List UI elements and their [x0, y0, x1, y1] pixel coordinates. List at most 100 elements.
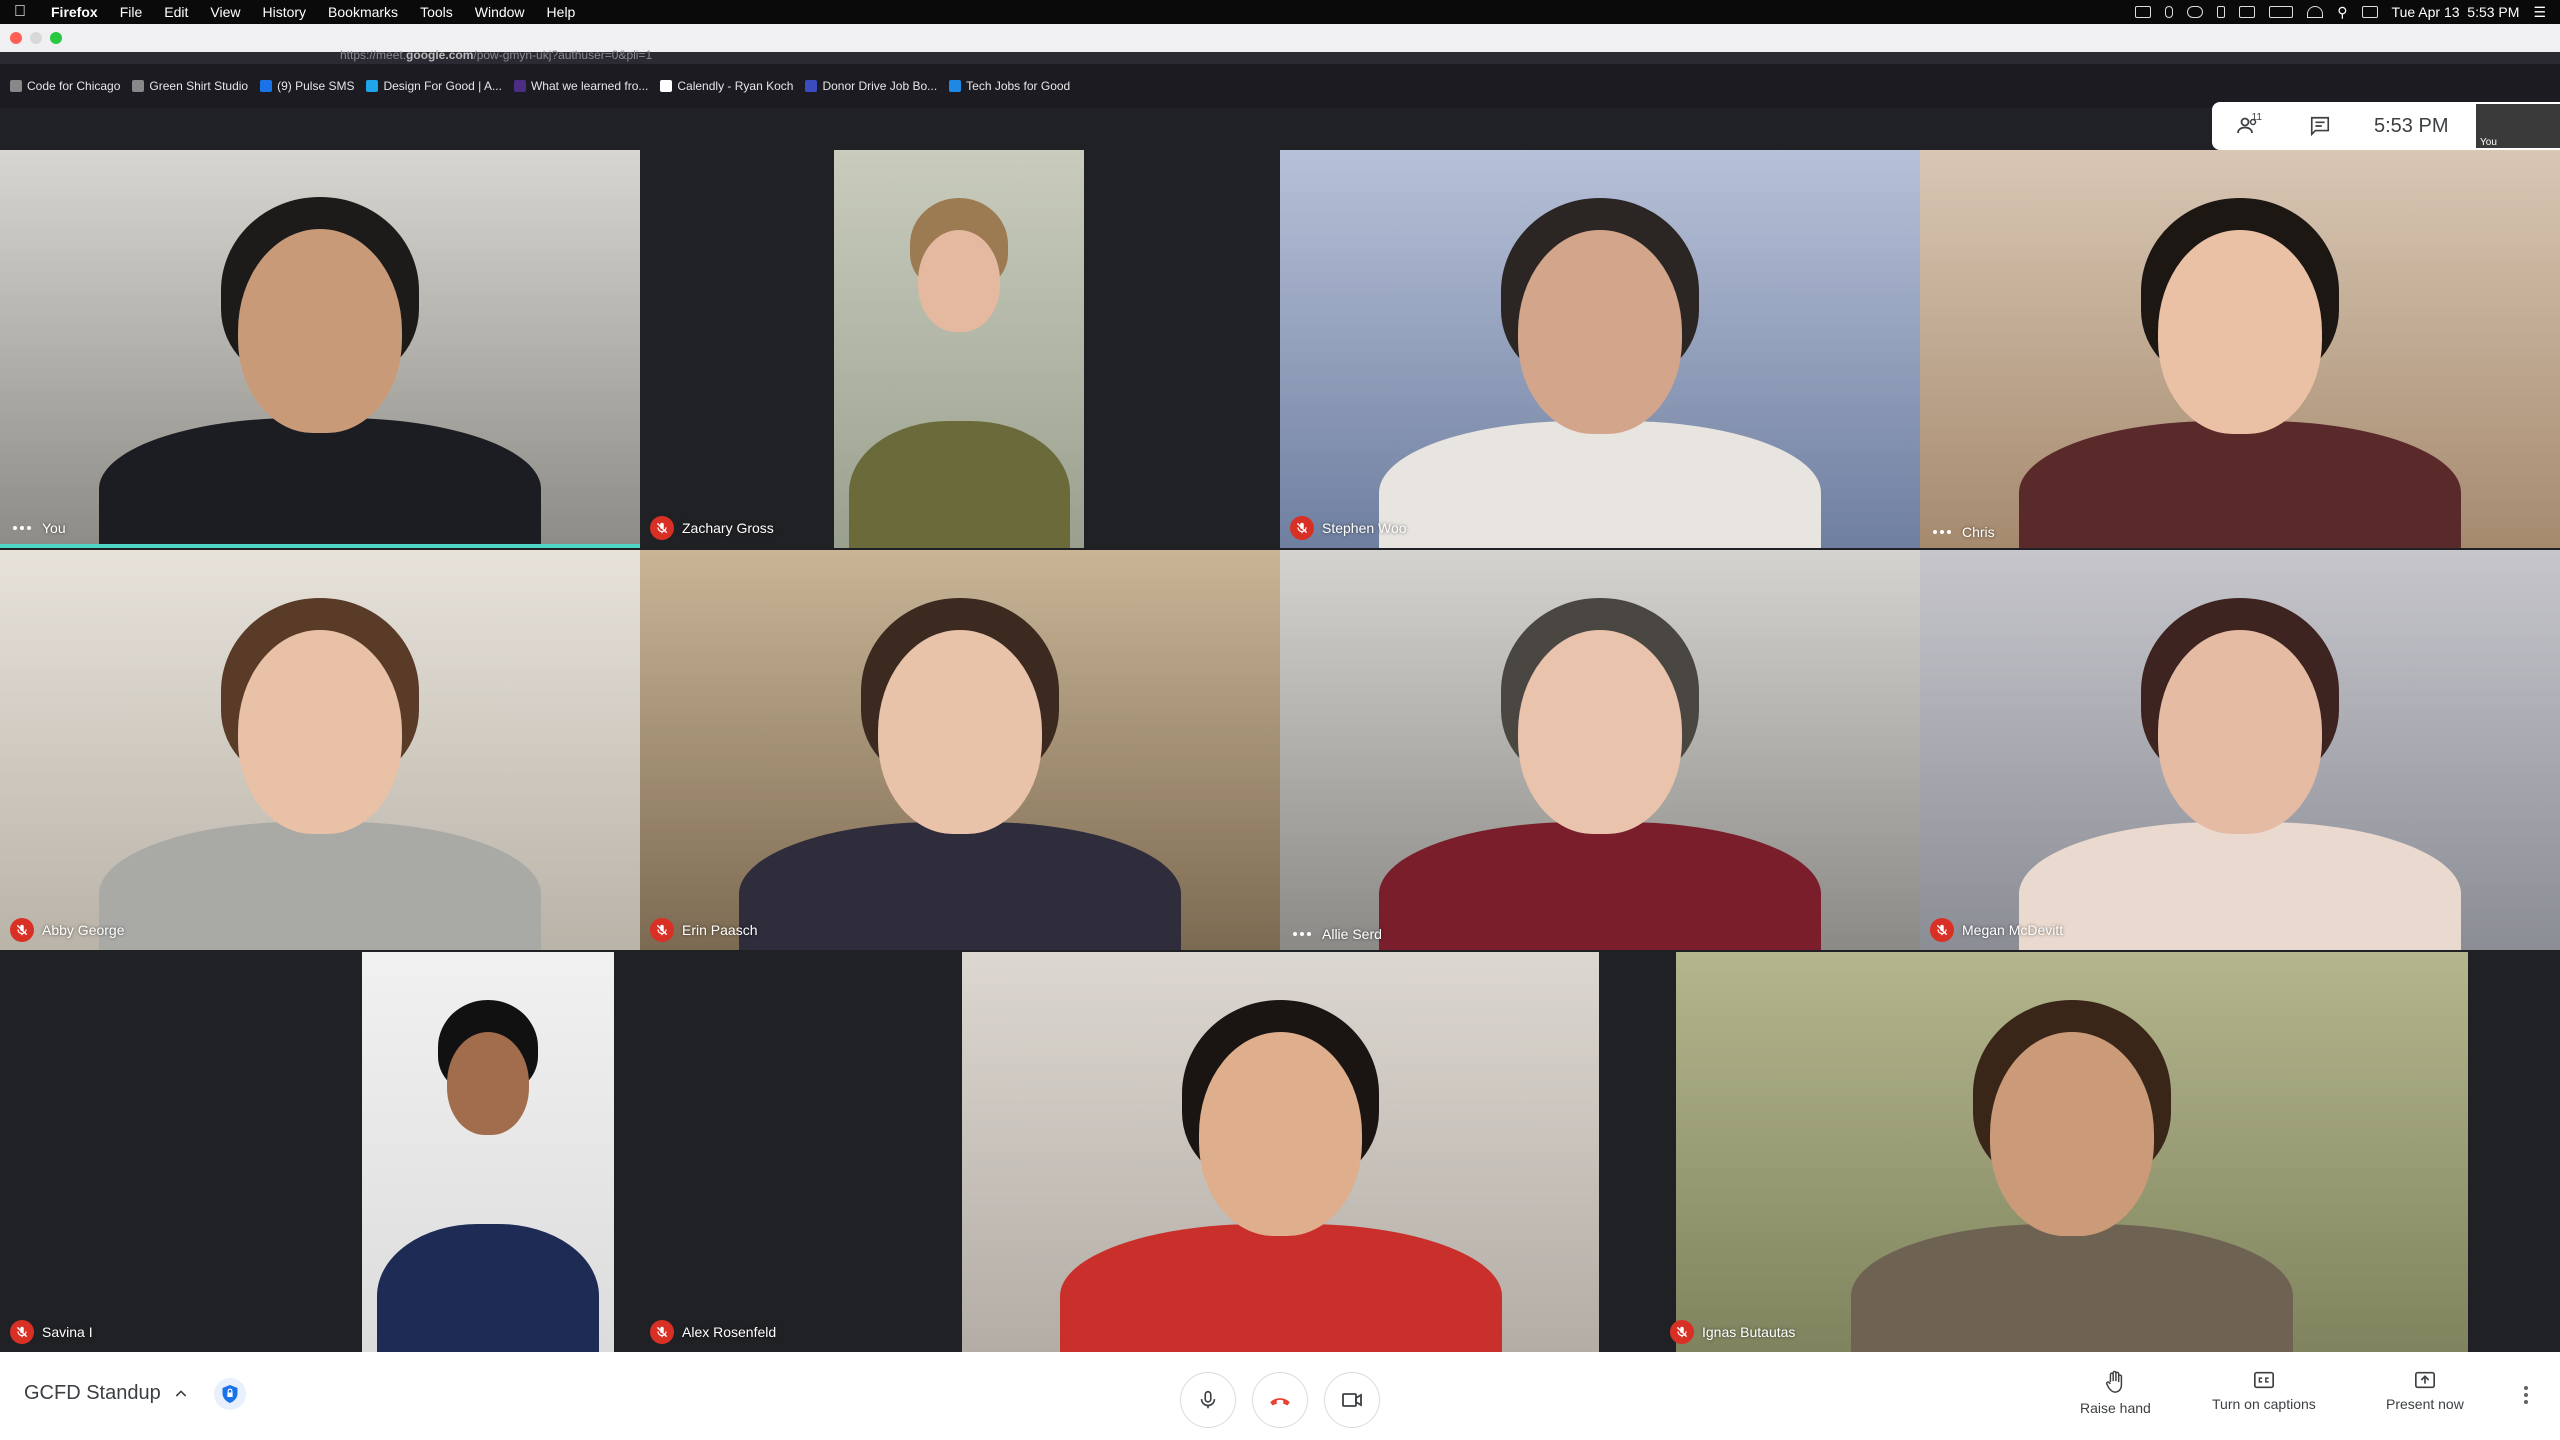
menu-file[interactable]: File — [109, 4, 154, 20]
more-options-button[interactable] — [2524, 1386, 2528, 1404]
participant-face — [1518, 229, 1682, 434]
apple-icon[interactable]:  — [0, 3, 40, 21]
active-speaker-indicator — [0, 544, 640, 548]
raise-hand-button[interactable]: Raise hand — [2080, 1370, 2151, 1416]
bookmark-favicon-icon — [949, 80, 962, 92]
speaking-dots-icon — [10, 526, 34, 530]
participant-face — [1198, 1032, 1363, 1236]
wifi-icon[interactable] — [2307, 6, 2324, 18]
url-domain: google.com — [406, 50, 474, 62]
participant-video — [834, 150, 1084, 548]
participant-face — [2158, 630, 2322, 834]
menu-history[interactable]: History — [251, 4, 317, 20]
participant-face — [878, 630, 1042, 834]
bluetooth-icon[interactable] — [2217, 6, 2226, 18]
captions-button[interactable]: Turn on captions — [2212, 1370, 2316, 1412]
bookmark-item[interactable]: Green Shirt Studio — [132, 79, 248, 93]
participant-name-tag: Stephen Woo — [1290, 516, 1407, 540]
raise-hand-label: Raise hand — [2080, 1400, 2151, 1416]
url-bar[interactable]: https://meet.google.com/pow-gmyn-ukj?aut… — [340, 50, 652, 64]
participant-video — [1280, 550, 1920, 950]
mic-off-icon — [650, 918, 674, 942]
participant-face — [918, 229, 1000, 332]
camera-icon[interactable] — [2135, 6, 2152, 18]
bookmark-item[interactable]: (9) Pulse SMS — [260, 79, 354, 93]
cloud-icon[interactable] — [2187, 6, 2204, 18]
bookmark-item[interactable]: What we learned fro... — [513, 79, 648, 93]
chat-button[interactable] — [2284, 102, 2356, 150]
participant-tile[interactable]: Abby George — [0, 550, 640, 950]
battery-icon[interactable] — [2269, 6, 2294, 18]
menubar-tray: ⚲ Tue Apr 13 5:53 PM ☰ — [2135, 4, 2560, 21]
menu-window[interactable]: Window — [464, 4, 536, 20]
present-icon — [2414, 1371, 2435, 1389]
bookmark-label: Green Shirt Studio — [149, 79, 249, 93]
participant-tile[interactable]: Chris — [1920, 150, 2560, 548]
participant-tile[interactable]: Megan McDevitt — [1920, 550, 2560, 950]
mic-off-icon — [650, 1320, 674, 1344]
participant-face — [1990, 1032, 2154, 1236]
participant-tile[interactable]: Ignas Butautas — [1660, 952, 2560, 1352]
bookmark-label: (9) Pulse SMS — [277, 79, 355, 93]
bookmark-favicon-icon — [10, 80, 22, 92]
participant-torso — [1851, 1224, 2293, 1352]
search-icon[interactable]: ⚲ — [2337, 4, 2347, 21]
minimize-window-button[interactable] — [30, 32, 42, 44]
participant-name-tag: Abby George — [10, 918, 125, 942]
mic-off-icon — [1290, 516, 1314, 540]
menu-view[interactable]: View — [199, 4, 251, 20]
bookmark-label: Code for Chicago — [27, 79, 121, 93]
menu-edit[interactable]: Edit — [153, 4, 199, 20]
people-button[interactable]: 11 — [2212, 102, 2284, 150]
captions-icon — [2253, 1371, 2274, 1389]
present-now-button[interactable]: Present now — [2386, 1370, 2464, 1412]
microphone-icon[interactable] — [2165, 6, 2174, 18]
bookmarks-bar: Code for Chicago Green Shirt Studio (9) Pu… — [0, 64, 2560, 108]
menu-help[interactable]: Help — [536, 4, 587, 20]
camera-toggle-button[interactable] — [1324, 1372, 1380, 1428]
control-center-icon[interactable] — [2361, 6, 2378, 18]
participant-tile[interactable]: Alex Rosenfeld — [640, 952, 1660, 1352]
bookmark-label: Calendly - Ryan Koch — [677, 79, 794, 93]
bookmark-item[interactable]: Design For Good | A... — [366, 79, 502, 93]
menu-tools[interactable]: Tools — [409, 4, 464, 20]
leave-call-button[interactable] — [1252, 1372, 1308, 1428]
participant-name: Allie Serd — [1322, 926, 1382, 942]
participant-tile[interactable]: Savina I — [0, 952, 640, 1352]
more-options-icon — [2524, 1386, 2528, 1390]
participant-tile[interactable]: Zachary Gross — [640, 150, 1280, 548]
self-view-thumbnail[interactable]: You — [2476, 104, 2560, 148]
participant-torso — [1379, 822, 1821, 950]
zoom-window-button[interactable] — [50, 32, 62, 44]
menu-bookmarks[interactable]: Bookmarks — [317, 4, 409, 20]
participant-face — [1518, 630, 1682, 834]
bookmark-item[interactable]: Code for Chicago — [10, 79, 120, 93]
menu-extras-icon[interactable]: ☰ — [2533, 4, 2546, 21]
participant-tile[interactable]: Allie Serd — [1280, 550, 1920, 950]
participant-name: Alex Rosenfeld — [682, 1324, 777, 1340]
participant-torso — [376, 1224, 600, 1352]
participant-name-tag: You — [10, 520, 66, 536]
participant-tile[interactable]: You — [0, 150, 640, 544]
menubar-clock[interactable]: Tue Apr 13 5:53 PM — [2392, 4, 2520, 20]
bookmark-favicon-icon — [513, 80, 526, 92]
microphone-toggle-button[interactable] — [1180, 1372, 1236, 1428]
participant-video — [0, 150, 640, 544]
participant-torso — [2019, 420, 2461, 548]
host-controls-button[interactable] — [214, 1378, 246, 1410]
participant-tile[interactable]: Stephen Woo — [1280, 150, 1920, 548]
participant-tile[interactable]: Erin Paasch — [640, 550, 1280, 950]
bookmark-item[interactable]: Donor Drive Job Bo... — [805, 79, 937, 93]
volume-icon[interactable] — [2239, 6, 2256, 18]
mic-off-icon — [10, 918, 34, 942]
bookmark-item[interactable]: Tech Jobs for Good — [949, 79, 1070, 93]
participant-name-tag: Ignas Butautas — [1670, 1320, 1795, 1344]
mic-off-icon — [1670, 1320, 1694, 1344]
close-window-button[interactable] — [10, 32, 22, 44]
meeting-clock: 5:53 PM — [2374, 114, 2449, 137]
meeting-details-button[interactable]: GCFD Standup — [24, 1382, 189, 1405]
bookmark-item[interactable]: Calendly - Ryan Koch — [660, 79, 793, 93]
menu-app-firefox[interactable]: Firefox — [40, 4, 109, 20]
participant-video — [0, 550, 640, 950]
chevron-up-icon — [175, 1389, 186, 1397]
